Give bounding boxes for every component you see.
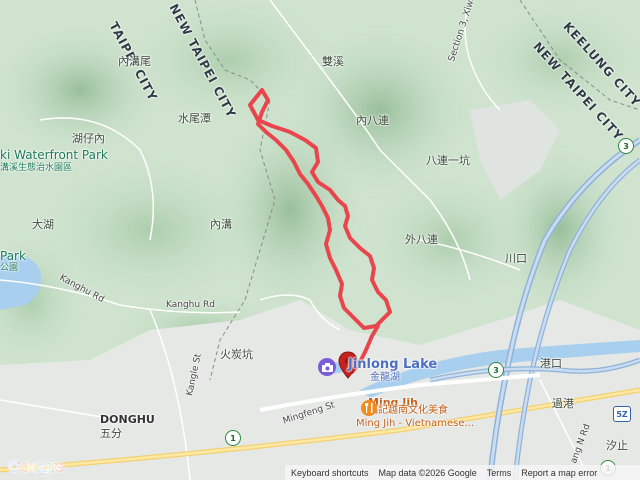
label-shuiweitan: 水尾潭 [178, 112, 211, 125]
label-neihuwei: 內溝尾 [118, 55, 151, 68]
label-lake-sub: 金龍湖 [370, 372, 400, 383]
label-restaurant-sub-en: Ming Jih - Vietnamese... [356, 418, 475, 429]
label-neigou: 內溝 [210, 218, 232, 231]
report-error-link[interactable]: Report a map error [521, 468, 597, 478]
label-park-sub: 公園 [0, 263, 19, 273]
label-gangkou: 港口 [540, 357, 562, 370]
route-1-shield-left: 1 [225, 430, 241, 446]
label-waibalian: 外八連 [405, 233, 438, 246]
google-logo: Google [8, 457, 64, 476]
label-wufen: 五分 [100, 427, 122, 440]
label-kanghu-rd-2: Kanghu Rd [166, 300, 215, 310]
map-data-attribution: Map data ©2026 Google [378, 467, 477, 478]
label-chuankou: 川口 [505, 252, 527, 265]
label-guogang: 過港 [552, 397, 574, 410]
map-footer: Keyboard shortcuts Map data ©2026 Google… [285, 465, 640, 480]
label-dahu: 大湖 [32, 218, 54, 231]
label-lake[interactable]: Jinlong Lake [348, 358, 437, 371]
label-xizhi: 汐止 [606, 439, 628, 452]
route-3-shield: 3 [618, 138, 634, 154]
route-5z-shield: 5Z [613, 406, 631, 422]
label-waterfront-park: ki Waterfront Park [0, 148, 108, 162]
label-donghu: DONGHU [100, 413, 155, 426]
label-shuangxi: 雙溪 [322, 55, 344, 68]
label-waterfront-park-sub: 溝溪生態治水園區 [0, 163, 73, 173]
route-3-shield-east: 3 [488, 362, 504, 378]
label-huzainei: 湖仔內 [72, 132, 105, 145]
label-neibalian: 內八連 [356, 114, 389, 127]
fork-knife-icon[interactable] [361, 400, 377, 416]
label-balianyikeng: 八連一坑 [426, 154, 470, 167]
label-huotankeng: 火炭坑 [220, 348, 253, 361]
terms-link[interactable]: Terms [487, 468, 512, 478]
label-restaurant-sub-zh: 銘記越南文化美食 [368, 405, 448, 416]
camera-icon[interactable] [318, 358, 336, 376]
label-park: Park [0, 249, 26, 263]
keyboard-shortcuts-link[interactable]: Keyboard shortcuts [291, 468, 369, 478]
